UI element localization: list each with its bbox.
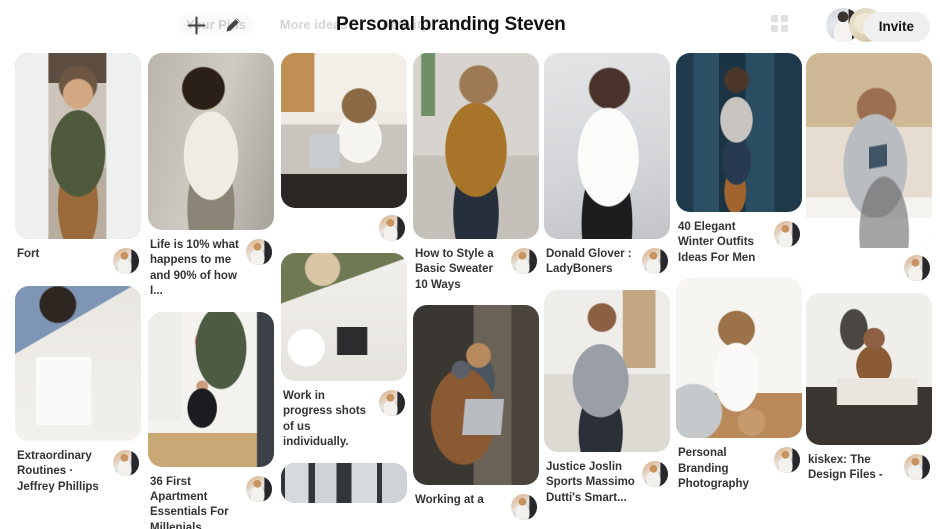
pin-card[interactable] bbox=[806, 53, 932, 281]
pin-meta: 36 First Apartment Essentials For Millen… bbox=[148, 467, 274, 529]
avatar[interactable] bbox=[379, 390, 405, 416]
grid-view-icon[interactable] bbox=[771, 15, 788, 32]
pin-title[interactable]: 40 Elegant Winter Outfits Ideas For Men bbox=[678, 220, 770, 266]
page-title: Personal branding Steven bbox=[336, 14, 566, 35]
pin-image[interactable] bbox=[281, 462, 407, 503]
pin-image[interactable] bbox=[413, 305, 539, 486]
pin-meta bbox=[281, 208, 407, 241]
pin-image[interactable] bbox=[281, 53, 407, 208]
pin-image[interactable] bbox=[148, 311, 274, 467]
pin-column: Life is 10% what happens to me and 90% o… bbox=[148, 53, 274, 529]
avatar[interactable] bbox=[246, 239, 272, 265]
pin-grid: Fort Extraordinary Routines · Jeffrey Ph… bbox=[0, 53, 940, 529]
pin-meta: Personal Branding Photography bbox=[676, 438, 802, 492]
pin-card[interactable]: Fort bbox=[15, 53, 141, 274]
avatar[interactable] bbox=[642, 248, 668, 274]
pin-meta bbox=[806, 248, 932, 281]
pin-card[interactable]: 40 Elegant Winter Outfits Ideas For Men bbox=[676, 53, 802, 266]
pin-card[interactable] bbox=[281, 462, 407, 503]
pin-column: 40 Elegant Winter Outfits Ideas For Men … bbox=[676, 53, 802, 504]
pin-card[interactable]: Justice Joslin Sports Massimo Dutti's Sm… bbox=[544, 289, 670, 506]
pin-column: How to Style a Basic Sweater 10 Ways Wor… bbox=[413, 53, 539, 529]
board-actions bbox=[184, 13, 244, 37]
pin-card[interactable]: Personal Branding Photography bbox=[676, 278, 802, 492]
pin-title[interactable]: 36 First Apartment Essentials For Millen… bbox=[150, 475, 242, 529]
pin-card[interactable]: kiskex: The Design Files - bbox=[806, 293, 932, 484]
avatar[interactable] bbox=[904, 454, 930, 480]
pin-image[interactable] bbox=[676, 53, 802, 212]
pin-meta: Justice Joslin Sports Massimo Dutti's Sm… bbox=[544, 452, 670, 506]
pin-title[interactable]: Personal Branding Photography bbox=[678, 446, 770, 492]
pin-meta: kiskex: The Design Files - bbox=[806, 445, 932, 484]
pin-title[interactable]: Work in progress shots of us individuall… bbox=[283, 389, 375, 451]
avatar[interactable] bbox=[379, 215, 405, 241]
pin-image[interactable] bbox=[806, 293, 932, 445]
pin-meta: Fort bbox=[15, 239, 141, 274]
pin-card[interactable]: Donald Glover : LadyBoners bbox=[544, 53, 670, 278]
pin-image[interactable] bbox=[281, 253, 407, 381]
pin-title[interactable]: Fort bbox=[17, 247, 109, 262]
pin-card[interactable] bbox=[281, 53, 407, 241]
pin-title[interactable]: How to Style a Basic Sweater 10 Ways bbox=[415, 247, 507, 293]
pin-card[interactable]: Work in progress shots of us individuall… bbox=[281, 253, 407, 451]
pin-card[interactable]: 36 First Apartment Essentials For Millen… bbox=[148, 311, 274, 529]
pin-title[interactable]: Life is 10% what happens to me and 90% o… bbox=[150, 238, 242, 300]
pin-card[interactable]: Working at a bbox=[413, 305, 539, 521]
pin-column: kiskex: The Design Files - bbox=[806, 53, 932, 496]
avatar[interactable] bbox=[904, 255, 930, 281]
pin-image[interactable] bbox=[544, 53, 670, 239]
pin-column: Work in progress shots of us individuall… bbox=[281, 53, 407, 515]
pin-meta: Working at a bbox=[413, 485, 539, 521]
pin-card[interactable]: How to Style a Basic Sweater 10 Ways bbox=[413, 53, 539, 293]
invite-button[interactable]: Invite bbox=[862, 12, 930, 42]
pin-image[interactable] bbox=[544, 289, 670, 452]
pencil-icon[interactable] bbox=[220, 13, 244, 37]
avatar[interactable] bbox=[511, 248, 537, 274]
pin-image[interactable] bbox=[15, 286, 141, 441]
pin-image[interactable] bbox=[413, 53, 539, 239]
avatar[interactable] bbox=[246, 475, 272, 502]
pin-title[interactable]: Justice Joslin Sports Massimo Dutti's Sm… bbox=[546, 460, 638, 506]
pin-title[interactable]: Donald Glover : LadyBoners bbox=[546, 247, 638, 278]
pin-title[interactable]: Extraordinary Routines · Jeffrey Phillip… bbox=[17, 449, 109, 495]
pin-meta: 40 Elegant Winter Outfits Ideas For Men bbox=[676, 212, 802, 266]
avatar[interactable] bbox=[774, 221, 800, 247]
pin-meta: Donald Glover : LadyBoners bbox=[544, 239, 670, 278]
pin-image[interactable] bbox=[676, 278, 802, 439]
pin-image[interactable] bbox=[148, 53, 274, 230]
avatar[interactable] bbox=[774, 447, 800, 474]
pin-card[interactable]: Extraordinary Routines · Jeffrey Phillip… bbox=[15, 286, 141, 495]
pin-image[interactable] bbox=[15, 53, 141, 239]
pin-image[interactable] bbox=[806, 53, 932, 248]
avatar[interactable] bbox=[113, 450, 139, 476]
pin-title[interactable]: kiskex: The Design Files - bbox=[808, 453, 900, 484]
pin-title[interactable]: Working at a bbox=[415, 493, 507, 508]
pin-meta: Life is 10% what happens to me and 90% o… bbox=[148, 230, 274, 300]
pin-meta: Work in progress shots of us individuall… bbox=[281, 381, 407, 451]
pin-column: Donald Glover : LadyBoners Justice Josli… bbox=[544, 53, 670, 518]
board-header: Your Pins More ideas Activity Personal b… bbox=[0, 0, 940, 53]
pin-column: Fort Extraordinary Routines · Jeffrey Ph… bbox=[15, 53, 141, 507]
pin-meta: How to Style a Basic Sweater 10 Ways bbox=[413, 239, 539, 293]
avatar[interactable] bbox=[113, 248, 139, 274]
plus-icon[interactable] bbox=[184, 13, 208, 37]
pin-card[interactable]: Life is 10% what happens to me and 90% o… bbox=[148, 53, 274, 300]
avatar[interactable] bbox=[642, 460, 668, 487]
avatar[interactable] bbox=[511, 494, 537, 521]
pin-meta: Extraordinary Routines · Jeffrey Phillip… bbox=[15, 441, 141, 495]
